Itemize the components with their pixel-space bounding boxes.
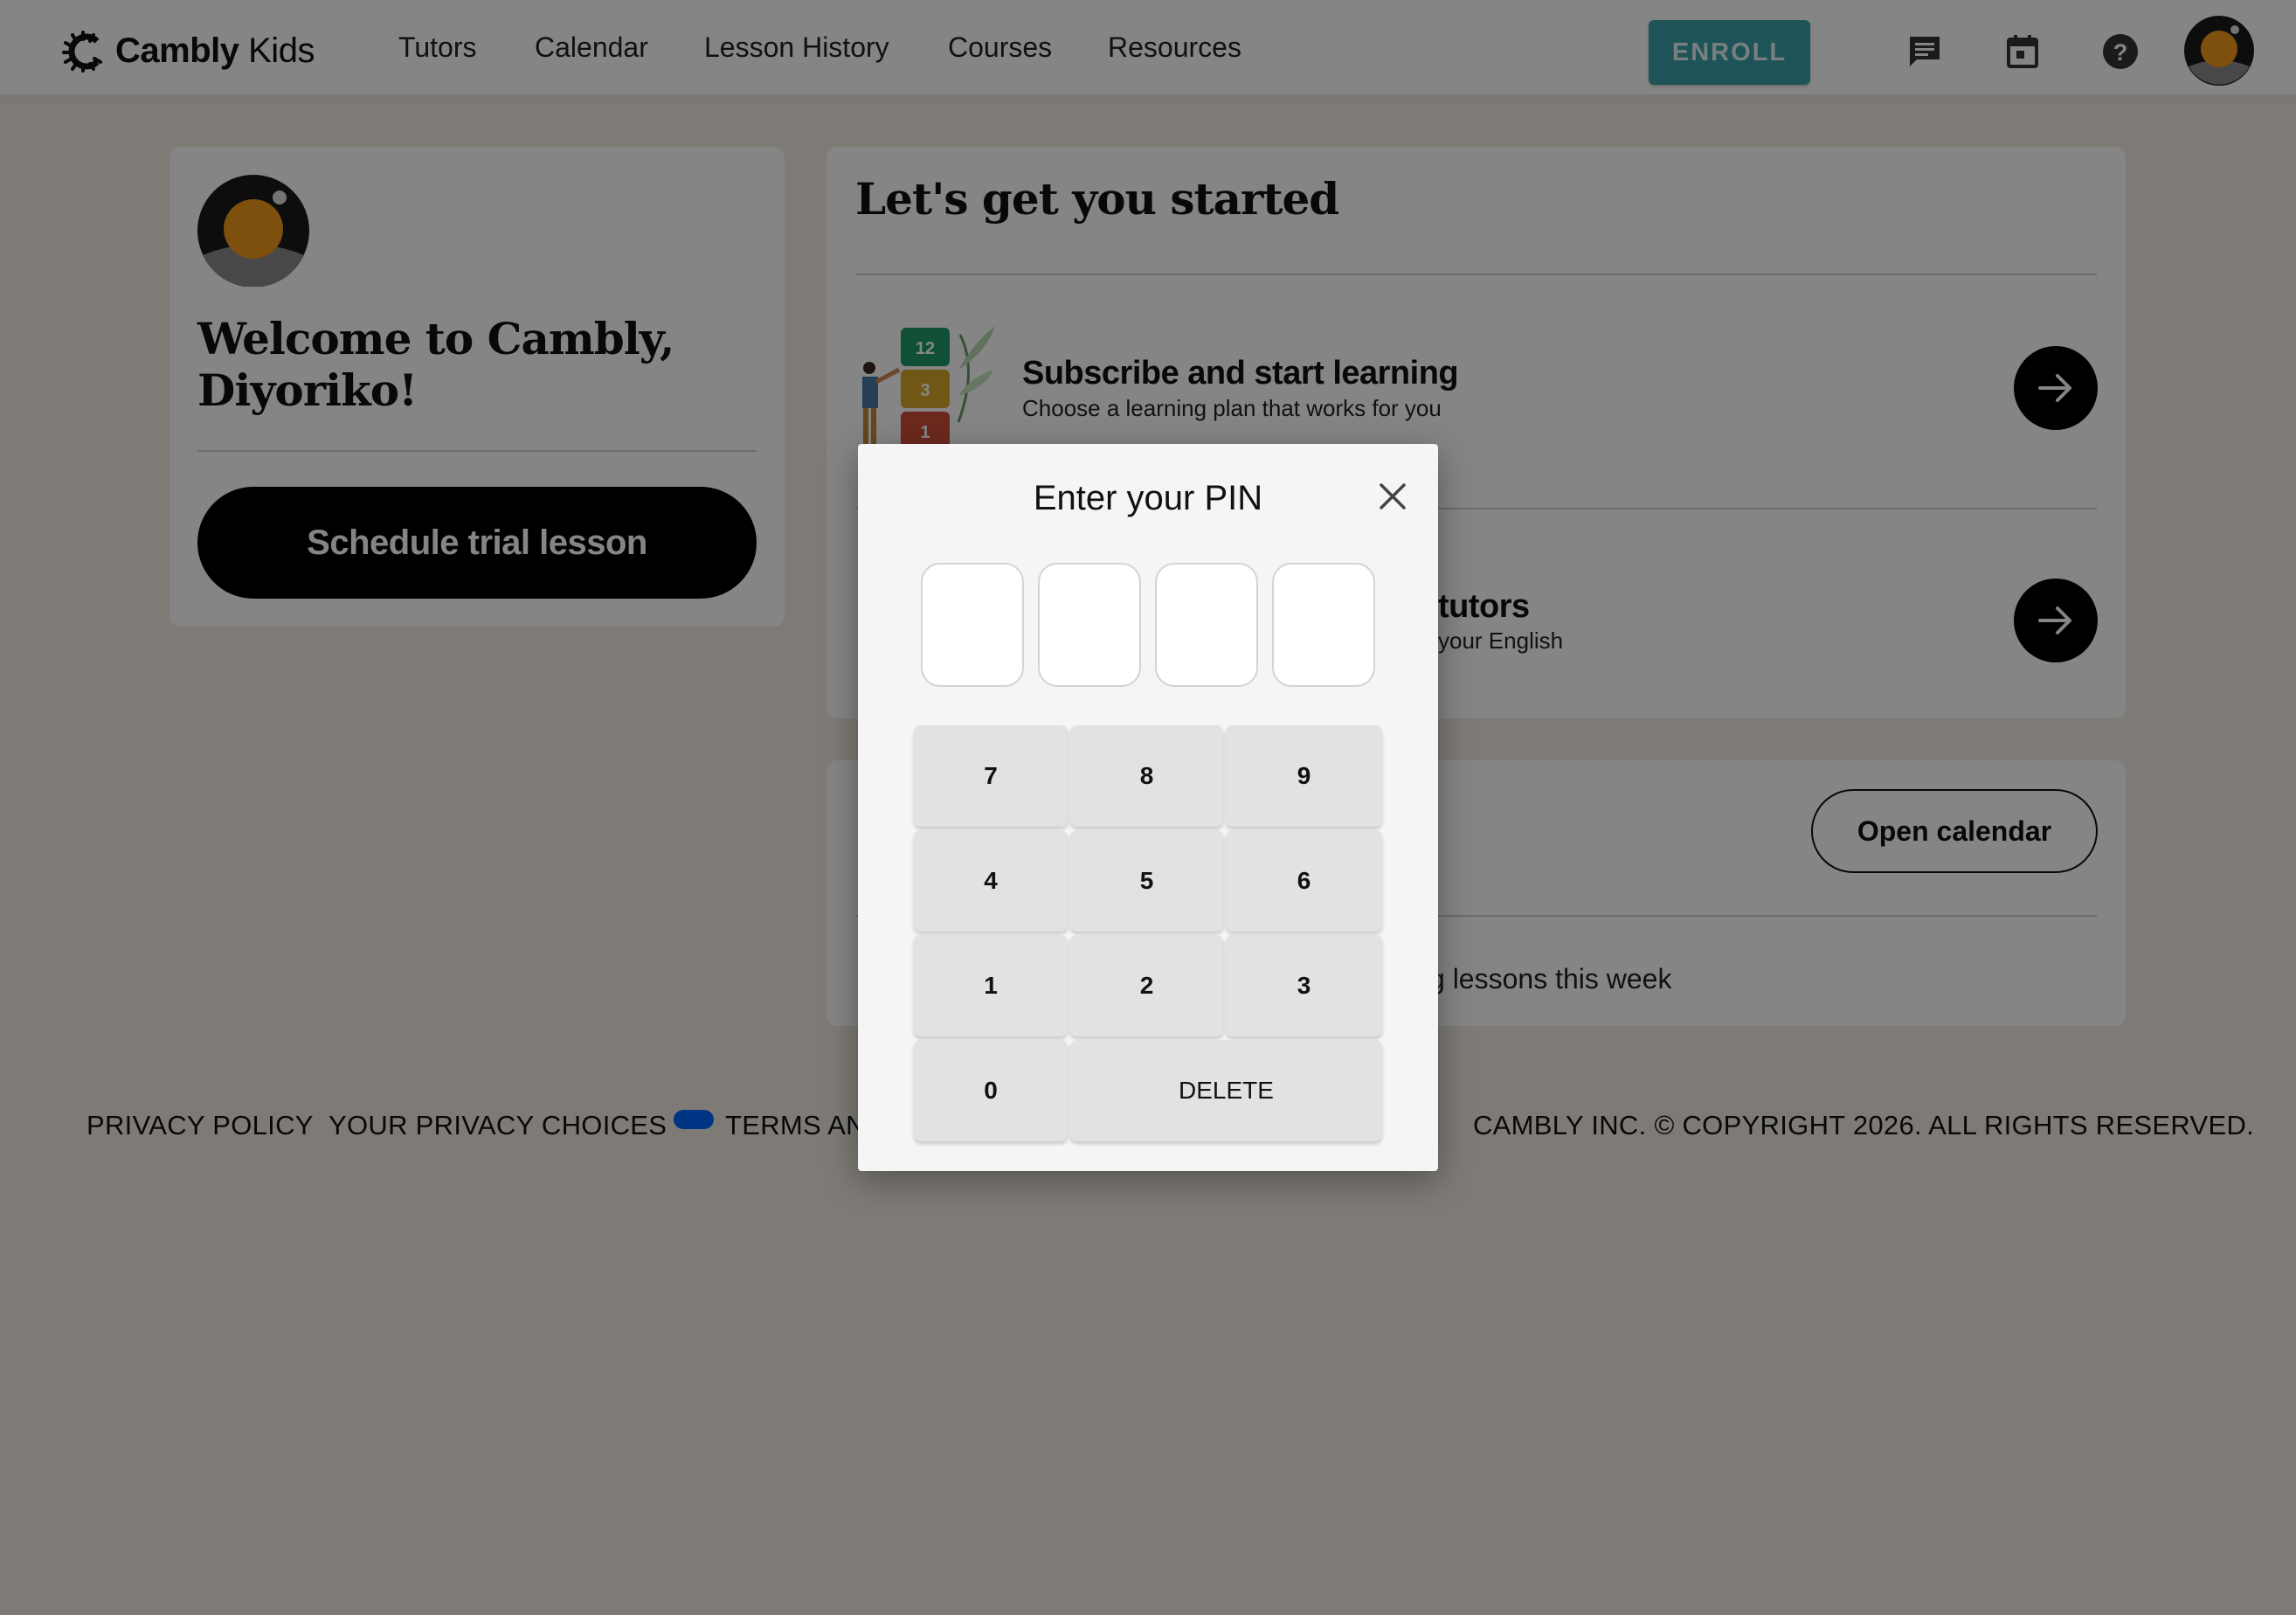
pin-modal-title: Enter your PIN	[1033, 479, 1263, 517]
keypad-key-6[interactable]: 6	[1226, 830, 1382, 932]
keypad-key-3[interactable]: 3	[1226, 935, 1382, 1036]
keypad-key-0[interactable]: 0	[914, 1040, 1068, 1141]
keypad-key-8[interactable]: 8	[1070, 725, 1223, 827]
keypad-key-4[interactable]: 4	[914, 830, 1068, 932]
keypad-key-1[interactable]: 1	[914, 935, 1068, 1036]
close-icon[interactable]	[1372, 475, 1414, 517]
pin-digit-field[interactable]	[1272, 563, 1375, 687]
keypad-key-7[interactable]: 7	[914, 725, 1068, 827]
pin-digit-field[interactable]	[1155, 563, 1258, 687]
pin-digit-field[interactable]	[1038, 563, 1141, 687]
keypad-delete-button[interactable]: DELETE	[1070, 1040, 1382, 1141]
keypad-key-5[interactable]: 5	[1070, 830, 1223, 932]
keypad-key-2[interactable]: 2	[1070, 935, 1223, 1036]
keypad-key-9[interactable]: 9	[1226, 725, 1382, 827]
pin-modal: Enter your PIN 7 8 9 4 5 6 1 2 3 0 DELET…	[858, 444, 1438, 1171]
pin-digit-field[interactable]	[921, 563, 1024, 687]
